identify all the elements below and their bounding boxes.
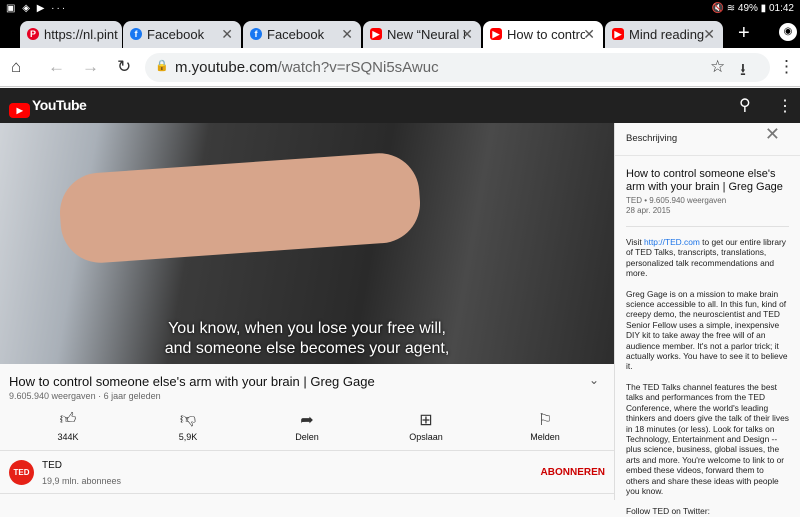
tab-title: https://nl.pint bbox=[44, 27, 118, 42]
tab-title: Facebook bbox=[147, 27, 205, 42]
thumb-down-icon: 👎︎ bbox=[179, 411, 197, 428]
share-label: Delen bbox=[295, 432, 319, 442]
logo-text: YouTube bbox=[32, 97, 87, 113]
pinterest-icon: P bbox=[27, 28, 39, 40]
youtube-logo[interactable]: ▶ YouTube bbox=[9, 97, 87, 118]
report-label: Melden bbox=[530, 432, 560, 442]
facebook-icon: f bbox=[250, 28, 262, 40]
video-subtitles: You know, when you lose your free will, a… bbox=[0, 319, 614, 359]
youtube-icon: ▶ bbox=[370, 28, 382, 40]
close-tab-icon[interactable]: ✕ bbox=[583, 26, 595, 43]
panel-date: 28 apr. 2015 bbox=[626, 206, 671, 215]
reload-icon[interactable]: ↻ bbox=[117, 57, 131, 77]
panel-title: How to control someone else's arm with y… bbox=[626, 168, 783, 193]
new-tab-button[interactable]: + bbox=[738, 22, 750, 45]
url-path: /watch?v=rSQNi5sAwuc bbox=[277, 59, 439, 76]
description-panel: Beschrijving ✕ How to control someone els… bbox=[614, 123, 800, 516]
tab-title: How to contro bbox=[507, 27, 585, 42]
back-icon[interactable]: ← bbox=[48, 57, 65, 77]
address-bar: ⌂ ← → ↻ 🔒 m.youtube.com/watch?v=rSQNi5sA… bbox=[0, 48, 800, 87]
status-bar: ▣ ◈ ▶ ··· 🔇 ≋ 49% ▮ 01:42 bbox=[0, 0, 800, 18]
tab-title: Mind reading bbox=[629, 27, 705, 42]
tab-title: Facebook bbox=[267, 27, 325, 42]
tab-facebook-1[interactable]: f Facebook ✕ bbox=[123, 21, 241, 48]
menu-icon[interactable]: ⋮ bbox=[778, 57, 795, 77]
more-icon[interactable]: ⋮ bbox=[777, 96, 793, 116]
star-icon[interactable]: ☆ bbox=[710, 57, 725, 77]
video-title: How to control someone else's arm with y… bbox=[9, 374, 375, 389]
dislike-button[interactable]: 👎︎ 5,9K bbox=[148, 410, 228, 442]
thumb-up-icon: 👍︎ bbox=[59, 411, 77, 428]
download-icon[interactable]: ⭳ bbox=[740, 57, 746, 86]
tab-how-to-control[interactable]: ▶ How to contro ✕ bbox=[483, 21, 603, 48]
tab-pinterest[interactable]: Phttps://nl.pint bbox=[20, 21, 122, 48]
forward-icon[interactable]: → bbox=[82, 57, 99, 77]
description-paragraph: The TED Talks channel features the best … bbox=[626, 381, 789, 496]
panel-views: TED • 9.605.940 weergaven bbox=[626, 196, 727, 205]
tab-neural[interactable]: ▶ New “Neural D ✕ bbox=[363, 21, 481, 48]
video-meta: 9.605.940 weergaven · 6 jaar geleden bbox=[9, 391, 161, 401]
like-button[interactable]: 👍︎ 344K bbox=[28, 410, 108, 442]
tab-strip: Phttps://nl.pint f Facebook ✕ f Facebook ✕ ▶… bbox=[0, 18, 800, 48]
status-icons-right: 🔇 ≋ 49% ▮ 01:42 bbox=[711, 3, 795, 14]
report-button[interactable]: ⚐ Melden bbox=[505, 410, 585, 442]
share-button[interactable]: ➦ Delen bbox=[267, 410, 347, 442]
ted-link[interactable]: http://TED.com bbox=[644, 237, 700, 247]
dislike-count: 5,9K bbox=[178, 432, 198, 442]
channel-avatar[interactable]: TED bbox=[9, 460, 34, 485]
flag-icon: ⚐ bbox=[537, 412, 553, 429]
home-icon[interactable]: ⌂ bbox=[11, 57, 21, 77]
panel-meta: TED • 9.605.940 weergaven 28 apr. 2015 bbox=[615, 193, 800, 216]
channel-name[interactable]: TED bbox=[42, 460, 62, 471]
like-count: 344K bbox=[57, 432, 79, 442]
save-icon: ⊞ bbox=[419, 412, 433, 429]
youtube-header: ▶ YouTube ⚲ ⋮ bbox=[0, 88, 800, 123]
status-icons-left: ▣ ◈ ▶ ··· bbox=[6, 3, 68, 14]
subscribe-button[interactable]: ABONNEREN bbox=[541, 467, 605, 478]
chevron-down-icon[interactable]: ⌄ bbox=[589, 373, 599, 387]
subscriber-count: 19,9 mln. abonnees bbox=[42, 476, 122, 486]
close-tab-icon[interactable]: ✕ bbox=[461, 26, 473, 43]
description-paragraph: Greg Gage is on a mission to make brain … bbox=[626, 288, 788, 372]
description-paragraph: Visit http://TED.com to get our entire l… bbox=[615, 227, 800, 279]
tab-facebook-2[interactable]: f Facebook ✕ bbox=[243, 21, 361, 48]
video-frame-arm bbox=[57, 150, 423, 266]
incognito-icon[interactable]: ◉ bbox=[779, 23, 797, 41]
search-icon[interactable]: ⚲ bbox=[739, 95, 751, 115]
close-icon[interactable]: ✕ bbox=[765, 125, 780, 144]
tab-title: New “Neural D bbox=[387, 27, 465, 42]
share-icon: ➦ bbox=[300, 412, 314, 429]
subtitle-line: and someone else becomes your agent, bbox=[164, 340, 450, 357]
facebook-icon: f bbox=[130, 28, 142, 40]
close-tab-icon[interactable]: ✕ bbox=[341, 26, 353, 43]
panel-header: Beschrijving bbox=[626, 133, 678, 144]
text: Visit bbox=[626, 237, 644, 247]
close-tab-icon[interactable]: ✕ bbox=[703, 26, 715, 43]
divider bbox=[0, 450, 614, 451]
save-label: Opslaan bbox=[409, 432, 443, 442]
tab-mind-reading[interactable]: ▶ Mind reading ✕ bbox=[605, 21, 723, 48]
video-player[interactable]: You know, when you lose your free will, a… bbox=[0, 123, 614, 364]
description-paragraph: Follow TED on Twitter: bbox=[626, 506, 710, 517]
youtube-play-icon: ▶ bbox=[9, 103, 30, 118]
close-tab-icon[interactable]: ✕ bbox=[221, 26, 233, 43]
youtube-icon: ▶ bbox=[490, 28, 502, 40]
subtitle-line: You know, when you lose your free will, bbox=[168, 320, 446, 337]
lock-icon: 🔒 bbox=[155, 60, 169, 72]
url-host: m.youtube.com bbox=[175, 59, 278, 76]
divider bbox=[0, 493, 614, 494]
url-input[interactable]: 🔒 m.youtube.com/watch?v=rSQNi5sAwuc bbox=[145, 53, 770, 82]
save-button[interactable]: ⊞ Opslaan bbox=[386, 410, 466, 442]
youtube-icon: ▶ bbox=[612, 28, 624, 40]
